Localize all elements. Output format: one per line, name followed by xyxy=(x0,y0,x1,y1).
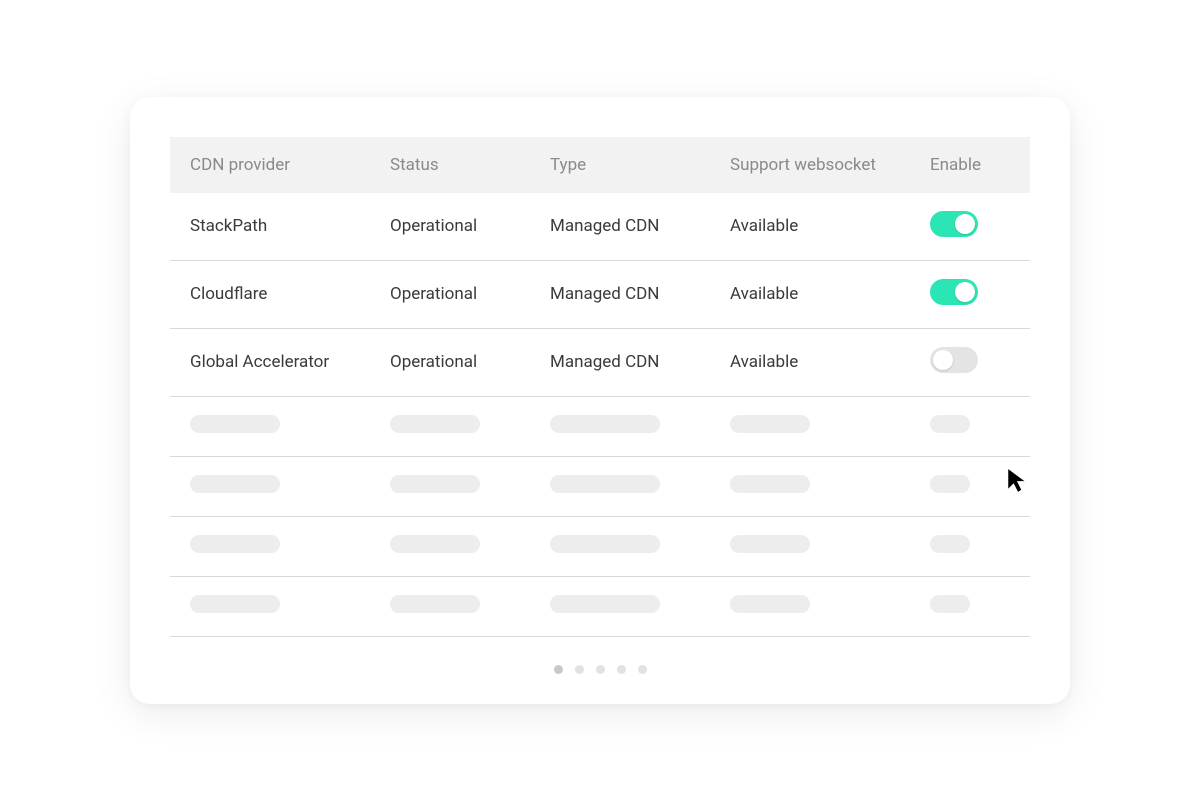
skeleton-cell xyxy=(190,415,280,433)
skeleton-cell xyxy=(390,415,480,433)
cell-websocket: Available xyxy=(730,284,930,304)
skeleton-cell xyxy=(390,535,480,553)
header-websocket: Support websocket xyxy=(730,155,930,175)
table-row: StackPathOperationalManaged CDNAvailable xyxy=(170,193,1030,261)
cdn-card: CDN provider Status Type Support websock… xyxy=(130,97,1070,704)
cell-enable xyxy=(930,279,1020,310)
table-header: CDN provider Status Type Support websock… xyxy=(170,137,1030,193)
cdn-table: CDN provider Status Type Support websock… xyxy=(170,137,1030,637)
cell-websocket: Available xyxy=(730,216,930,236)
table-row-skeleton xyxy=(170,577,1030,637)
skeleton-cell xyxy=(550,475,660,493)
cell-enable xyxy=(930,347,1020,378)
cell-status: Operational xyxy=(390,352,550,372)
cell-provider: Global Accelerator xyxy=(190,352,390,372)
table-row-skeleton xyxy=(170,397,1030,457)
pagination-dot[interactable] xyxy=(596,665,605,674)
skeleton-cell xyxy=(930,415,970,433)
pagination-dot[interactable] xyxy=(638,665,647,674)
skeleton-cell xyxy=(730,415,810,433)
skeleton-cell xyxy=(930,475,970,493)
table-row-skeleton xyxy=(170,517,1030,577)
skeleton-cell xyxy=(730,475,810,493)
skeleton-cell xyxy=(190,535,280,553)
skeleton-cell xyxy=(390,595,480,613)
cell-status: Operational xyxy=(390,284,550,304)
enable-toggle[interactable] xyxy=(930,279,978,305)
cell-provider: Cloudflare xyxy=(190,284,390,304)
cell-websocket: Available xyxy=(730,352,930,372)
skeleton-cell xyxy=(190,475,280,493)
enable-toggle[interactable] xyxy=(930,211,978,237)
table-row: CloudflareOperationalManaged CDNAvailabl… xyxy=(170,261,1030,329)
pagination-dot[interactable] xyxy=(575,665,584,674)
skeleton-cell xyxy=(930,535,970,553)
enable-toggle[interactable] xyxy=(930,347,978,373)
table-row-skeleton xyxy=(170,457,1030,517)
header-provider: CDN provider xyxy=(190,155,390,175)
cell-type: Managed CDN xyxy=(550,352,730,372)
skeleton-cell xyxy=(730,535,810,553)
header-status: Status xyxy=(390,155,550,175)
pagination-dot[interactable] xyxy=(554,665,563,674)
skeleton-cell xyxy=(190,595,280,613)
cell-type: Managed CDN xyxy=(550,284,730,304)
skeleton-cell xyxy=(930,595,970,613)
cell-type: Managed CDN xyxy=(550,216,730,236)
cell-enable xyxy=(930,211,1020,242)
header-type: Type xyxy=(550,155,730,175)
skeleton-cell xyxy=(550,595,660,613)
skeleton-cell xyxy=(730,595,810,613)
skeleton-cell xyxy=(550,535,660,553)
table-row: Global AcceleratorOperationalManaged CDN… xyxy=(170,329,1030,397)
skeleton-cell xyxy=(550,415,660,433)
cell-provider: StackPath xyxy=(190,216,390,236)
pagination xyxy=(170,665,1030,674)
cell-status: Operational xyxy=(390,216,550,236)
skeleton-cell xyxy=(390,475,480,493)
header-enable: Enable xyxy=(930,155,1020,175)
pagination-dot[interactable] xyxy=(617,665,626,674)
